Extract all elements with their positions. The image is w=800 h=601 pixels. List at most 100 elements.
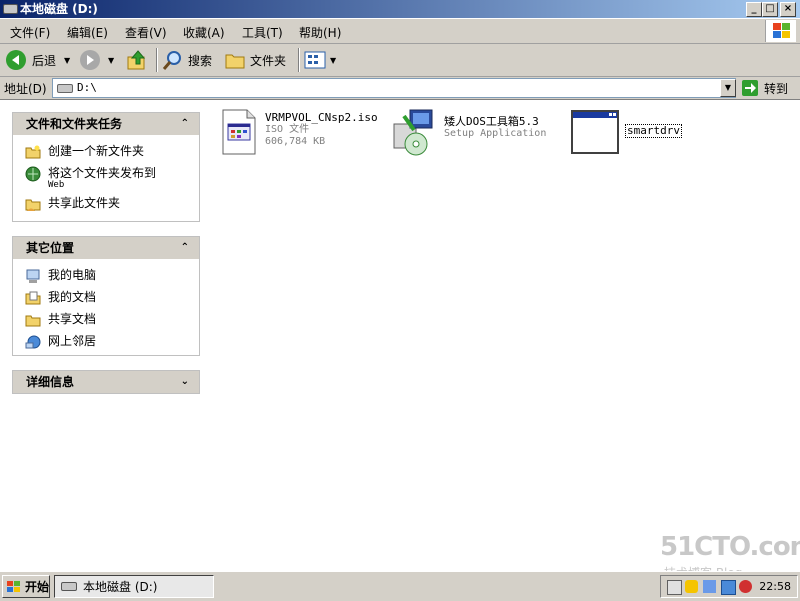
file-item[interactable]: smartdrv <box>571 110 682 154</box>
views-button[interactable]: ▼ <box>304 49 336 71</box>
clock: 22:58 <box>759 580 791 593</box>
my-computer-icon <box>25 268 41 284</box>
task-share-folder[interactable]: 共享此文件夹 <box>13 193 199 215</box>
task-label: 创建一个新文件夹 <box>48 144 145 158</box>
go-button[interactable]: 转到 <box>742 78 788 98</box>
taskbar-window-button[interactable]: 本地磁盘 (D:) <box>54 575 214 598</box>
shared-documents-icon <box>25 312 41 328</box>
shield-icon[interactable] <box>685 580 698 593</box>
menu-view[interactable]: 查看(V) <box>125 24 167 41</box>
search-icon <box>162 51 181 70</box>
drive-icon <box>3 4 18 14</box>
collapse-chevron-icon[interactable]: ⌃ <box>181 237 189 259</box>
up-folder-icon <box>127 50 146 70</box>
address-dropdown-icon[interactable]: ▼ <box>720 79 736 97</box>
address-bar: 地址(D) D:\ ▼ 转到 <box>0 77 800 100</box>
details-title: 详细信息 <box>26 375 75 389</box>
file-type: ISO 文件 <box>265 124 310 135</box>
go-arrow-icon <box>742 80 758 96</box>
collapse-chevron-icon[interactable]: ⌃ <box>181 113 189 135</box>
other-places-title: 其它位置 <box>26 241 75 255</box>
minimize-button[interactable]: _ <box>746 2 762 17</box>
file-name: 矮人DOS工具箱5.3 <box>444 115 539 128</box>
address-value: D:\ <box>77 81 97 94</box>
keyboard-icon[interactable] <box>667 580 682 595</box>
start-label: 开始 <box>25 580 50 594</box>
publish-web-icon <box>25 166 41 182</box>
toolbar-separator <box>156 48 158 72</box>
place-label: 我的电脑 <box>48 268 97 282</box>
close-button[interactable]: × <box>780 2 796 17</box>
menu-file[interactable]: 文件(F) <box>10 24 50 41</box>
taskbar-window-label: 本地磁盘 (D:) <box>83 580 158 594</box>
title-bar[interactable]: 本地磁盘 (D:) _ □ × <box>0 0 800 18</box>
views-icon <box>304 51 326 69</box>
search-button[interactable]: 搜索 <box>162 49 212 71</box>
my-documents-icon <box>25 290 41 306</box>
task-new-folder[interactable]: 创建一个新文件夹 <box>13 141 199 163</box>
iso-file-icon <box>222 109 256 155</box>
file-name: VRMPVOL_CNsp2.iso <box>265 111 378 124</box>
file-item[interactable]: 矮人DOS工具箱5.3 Setup Application <box>390 106 546 158</box>
system-tray: 22:58 <box>660 575 798 598</box>
up-folder-button[interactable] <box>126 49 148 71</box>
place-label: 共享文档 <box>48 312 97 326</box>
windows-logo-icon <box>7 580 20 592</box>
forward-button[interactable]: ▼ <box>80 49 114 71</box>
folders-label: 文件夹 <box>250 53 287 68</box>
details-panel: 详细信息 ⌄ <box>12 370 200 394</box>
place-my-computer[interactable]: 我的电脑 <box>13 265 199 287</box>
place-label: 网上邻居 <box>48 334 97 348</box>
file-type: Setup Application <box>444 128 547 139</box>
place-shared-documents[interactable]: 共享文档 <box>13 309 199 331</box>
menu-help[interactable]: 帮助(H) <box>299 24 341 41</box>
other-places-panel: 其它位置 ⌃ 我的电脑 我的文档 共享文档 网上邻居 <box>12 236 200 356</box>
window-title: 本地磁盘 (D:) <box>20 2 98 16</box>
file-item[interactable]: VRMPVOL_CNsp2.iso ISO 文件 606,784 KB <box>219 108 378 156</box>
place-my-documents[interactable]: 我的文档 <box>13 287 199 309</box>
file-tasks-title: 文件和文件夹任务 <box>26 117 123 131</box>
setup-app-icon <box>393 109 433 156</box>
network-places-icon <box>25 334 41 350</box>
watermark: 51CTO.com <box>660 532 800 562</box>
folders-button[interactable]: 文件夹 <box>224 49 286 71</box>
place-network[interactable]: 网上邻居 <box>13 331 199 353</box>
security-alert-icon[interactable] <box>739 580 752 593</box>
task-label: 共享此文件夹 <box>48 196 121 210</box>
details-header[interactable]: 详细信息 ⌄ <box>13 371 199 393</box>
monitor-icon[interactable] <box>721 580 736 595</box>
share-folder-icon <box>25 196 41 212</box>
start-button[interactable]: 开始 <box>2 575 50 598</box>
forward-arrow-icon <box>80 50 100 70</box>
maximize-button[interactable]: □ <box>762 2 778 17</box>
drive-icon <box>57 83 73 93</box>
menu-favorites[interactable]: 收藏(A) <box>183 24 225 41</box>
file-tasks-header[interactable]: 文件和文件夹任务 ⌃ <box>13 113 199 135</box>
task-publish-web[interactable]: 将这个文件夹发布到 Web <box>13 163 199 193</box>
menu-edit[interactable]: 编辑(E) <box>67 24 108 41</box>
other-places-header[interactable]: 其它位置 ⌃ <box>13 237 199 259</box>
back-label: 后退 <box>32 53 57 68</box>
menu-tools[interactable]: 工具(T) <box>242 24 283 41</box>
back-button[interactable]: 后退 ▼ <box>6 49 70 71</box>
views-dropdown-icon[interactable]: ▼ <box>330 56 336 65</box>
go-label: 转到 <box>764 81 789 96</box>
back-arrow-icon <box>6 50 26 70</box>
new-folder-icon <box>25 144 41 160</box>
windows-logo-icon <box>765 20 796 42</box>
network-icon[interactable] <box>703 580 716 593</box>
file-name: smartdrv <box>625 124 682 138</box>
search-label: 搜索 <box>188 53 213 68</box>
toolbar: 后退 ▼ ▼ 搜索 文件夹 ▼ <box>0 44 800 77</box>
menu-bar: 文件(F) 编辑(E) 查看(V) 收藏(A) 工具(T) 帮助(H) <box>0 19 800 44</box>
forward-dropdown-icon[interactable]: ▼ <box>108 56 114 65</box>
file-tasks-panel: 文件和文件夹任务 ⌃ 创建一个新文件夹 将这个文件夹发布到 Web 共享此文件夹 <box>12 112 200 222</box>
window-app-icon <box>571 110 619 154</box>
expand-chevron-icon[interactable]: ⌄ <box>181 371 189 393</box>
address-input[interactable]: D:\ <box>52 78 736 98</box>
folders-icon <box>225 54 245 69</box>
task-label: 将这个文件夹发布到 <box>48 166 157 180</box>
back-dropdown-icon[interactable]: ▼ <box>64 56 70 65</box>
content-area: 文件和文件夹任务 ⌃ 创建一个新文件夹 将这个文件夹发布到 Web 共享此文件夹… <box>0 100 800 570</box>
file-size: 606,784 KB <box>265 136 326 147</box>
